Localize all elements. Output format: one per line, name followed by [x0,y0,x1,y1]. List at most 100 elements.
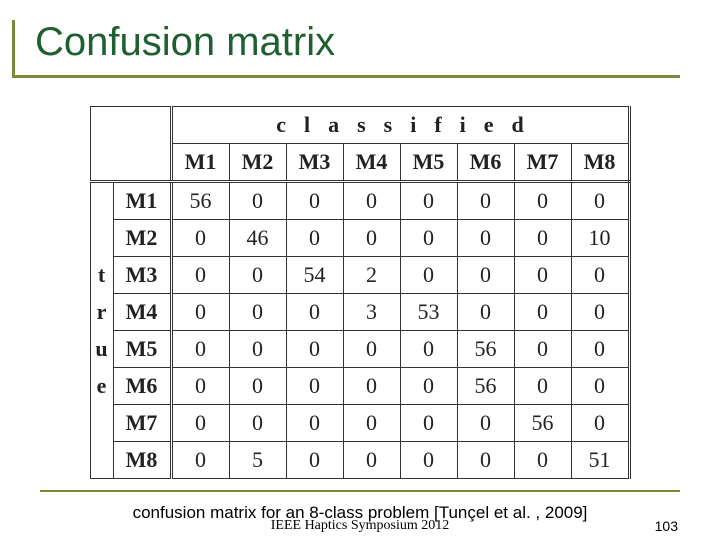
confusion-matrix-table: classified M1 M2 M3 M4 M5 M6 M7 M8 M1 56… [0,106,720,479]
cell: 0 [571,257,629,294]
cell: 0 [286,442,343,479]
cell: 0 [343,442,400,479]
cell: 0 [171,368,229,405]
cell: 0 [457,442,514,479]
table-row: M7 0 0 0 0 0 0 56 0 [90,405,629,442]
cell: 0 [571,294,629,331]
col-header: M6 [457,144,514,182]
cell: 0 [343,331,400,368]
cell: 0 [229,257,286,294]
col-header: M4 [343,144,400,182]
cell: 0 [457,405,514,442]
cell: 0 [457,257,514,294]
cell: 0 [400,331,457,368]
cell: 0 [343,220,400,257]
cell: 0 [514,182,571,220]
table-corner [90,107,171,182]
cell: 3 [343,294,400,331]
page-number: 103 [655,518,678,534]
cell: 0 [343,368,400,405]
cell: 0 [457,220,514,257]
table-row: M1 56 0 0 0 0 0 0 0 [90,182,629,220]
table-row: M2 0 46 0 0 0 0 0 10 [90,220,629,257]
true-axis-letter [90,182,113,220]
venue-footer: IEEE Haptics Symposium 2012 [0,518,720,534]
cell: 53 [400,294,457,331]
cell: 2 [343,257,400,294]
cell: 0 [400,405,457,442]
cell: 0 [514,331,571,368]
cell: 0 [400,257,457,294]
cell: 0 [171,331,229,368]
cell: 0 [343,182,400,220]
cell: 0 [229,331,286,368]
true-axis-letter [90,405,113,442]
row-header: M2 [113,220,171,257]
cell: 10 [571,220,629,257]
true-axis-letter: r [90,294,113,331]
cell: 0 [286,294,343,331]
cell: 0 [400,220,457,257]
cell: 0 [286,182,343,220]
table-row: M8 0 5 0 0 0 0 0 51 [90,442,629,479]
cell: 0 [171,294,229,331]
table-row: t M3 0 0 54 2 0 0 0 0 [90,257,629,294]
row-header: M6 [113,368,171,405]
cell: 46 [229,220,286,257]
cell: 54 [286,257,343,294]
cell: 0 [571,182,629,220]
cell: 0 [171,220,229,257]
row-header: M4 [113,294,171,331]
table-row: u M5 0 0 0 0 0 56 0 0 [90,331,629,368]
col-header: M8 [571,144,629,182]
classified-axis-label: classified [171,107,629,144]
true-axis-letter [90,220,113,257]
title-container: Confusion matrix [12,20,680,78]
cell: 0 [400,368,457,405]
cell: 0 [571,331,629,368]
col-header: M3 [286,144,343,182]
cell: 0 [286,220,343,257]
cell: 0 [229,294,286,331]
divider [40,490,680,492]
cell: 0 [171,405,229,442]
cell: 0 [571,368,629,405]
cell: 0 [229,368,286,405]
cell: 0 [343,405,400,442]
row-header: M1 [113,182,171,220]
cell: 0 [514,442,571,479]
cell: 0 [286,368,343,405]
slide: Confusion matrix classified M1 M2 M3 M4 … [0,20,720,560]
col-header: M2 [229,144,286,182]
cell: 0 [171,257,229,294]
cell: 5 [229,442,286,479]
row-header: M8 [113,442,171,479]
table-row: r M4 0 0 0 3 53 0 0 0 [90,294,629,331]
table-row: e M6 0 0 0 0 0 56 0 0 [90,368,629,405]
slide-title: Confusion matrix [35,20,680,65]
row-header: M3 [113,257,171,294]
cell: 0 [229,182,286,220]
cell: 0 [514,294,571,331]
cell: 0 [514,257,571,294]
cell: 51 [571,442,629,479]
cell: 0 [514,220,571,257]
cell: 56 [514,405,571,442]
cell: 0 [229,405,286,442]
confusion-matrix: classified M1 M2 M3 M4 M5 M6 M7 M8 M1 56… [90,106,631,479]
cell: 0 [571,405,629,442]
cell: 0 [171,442,229,479]
cell: 0 [400,442,457,479]
cell: 56 [457,331,514,368]
cell: 0 [400,182,457,220]
cell: 56 [457,368,514,405]
col-header-row: M1 M2 M3 M4 M5 M6 M7 M8 [90,144,629,182]
col-header: M5 [400,144,457,182]
true-axis-letter: u [90,331,113,368]
row-header: M5 [113,331,171,368]
cell: 0 [286,331,343,368]
true-axis-letter [90,442,113,479]
row-header: M7 [113,405,171,442]
true-axis-letter: t [90,257,113,294]
true-axis-letter: e [90,368,113,405]
